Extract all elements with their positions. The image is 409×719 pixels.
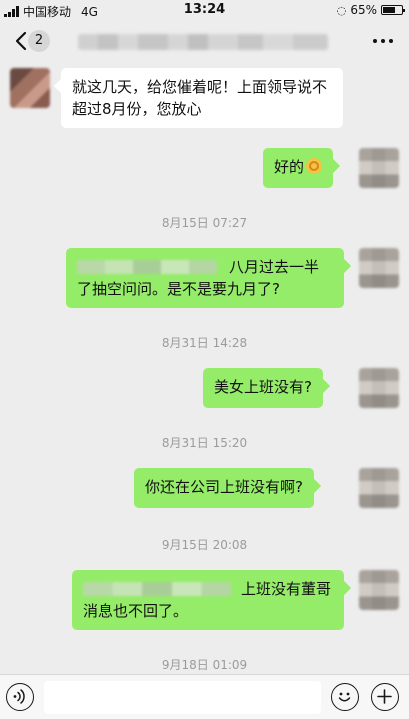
timestamp: 8月31日 15:20 <box>161 436 248 450</box>
message-text: 就这几天，给您催着呢！上面领导说不超过8月份，您放心 <box>72 78 328 118</box>
message-list[interactable]: 就这几天，给您催着呢！上面领导说不超过8月份，您放心 好的 8月15日 07:2… <box>0 62 409 674</box>
message-bubble-incoming[interactable]: 就这几天，给您催着呢！上面领导说不超过8月份，您放心 <box>61 68 343 128</box>
battery-fill <box>383 7 395 13</box>
battery-percent: 65% <box>350 3 377 17</box>
message-input[interactable] <box>44 681 321 714</box>
timestamp: 8月15日 07:27 <box>161 216 248 230</box>
my-avatar[interactable] <box>359 368 399 408</box>
emoji-icon[interactable] <box>331 683 359 711</box>
my-avatar[interactable] <box>359 468 399 508</box>
message-text: 你还在公司上班没有啊? <box>145 478 303 496</box>
timestamp: 8月31日 14:28 <box>161 336 248 350</box>
smiley-face-icon <box>338 692 351 702</box>
message-text: 美女上班没有? <box>214 378 312 396</box>
plus-sign-icon <box>377 689 392 704</box>
contact-avatar[interactable] <box>10 68 50 108</box>
timestamp: 9月18日 01:09 <box>161 658 248 672</box>
chat-header: 2 <box>0 20 409 62</box>
plus-icon[interactable] <box>371 683 399 711</box>
message-bubble-outgoing[interactable]: 八月过去一半了抽空问问。是不是要九月了? <box>66 248 344 308</box>
message-bubble-outgoing[interactable]: 上班没有董哥消息也不回了。 <box>72 570 344 630</box>
unread-count-badge[interactable]: 2 <box>28 30 50 52</box>
message-text: 好的 <box>274 158 305 176</box>
battery-icon <box>381 5 405 15</box>
my-avatar[interactable] <box>359 248 399 288</box>
status-bar: 中国移动 4G 13:24 ◌ 65% <box>0 0 409 20</box>
voice-icon[interactable] <box>6 683 34 711</box>
redacted-text <box>77 260 217 274</box>
my-avatar[interactable] <box>359 148 399 188</box>
input-bar <box>0 674 409 719</box>
my-avatar[interactable] <box>359 570 399 610</box>
more-dots-icon[interactable] <box>373 39 393 43</box>
message-bubble-outgoing[interactable]: 你还在公司上班没有啊? <box>134 468 314 508</box>
voice-waves-icon <box>13 689 25 704</box>
message-bubble-outgoing[interactable]: 好的 <box>263 148 334 188</box>
ok-hand-emoji-icon <box>306 158 323 174</box>
message-bubble-outgoing[interactable]: 美女上班没有? <box>203 368 323 408</box>
rotation-lock-icon: ◌ <box>336 3 347 17</box>
contact-name-redacted <box>78 34 328 50</box>
status-right: ◌ 65% <box>336 3 405 17</box>
redacted-text <box>83 582 231 596</box>
timestamp: 9月15日 20:08 <box>161 538 248 552</box>
